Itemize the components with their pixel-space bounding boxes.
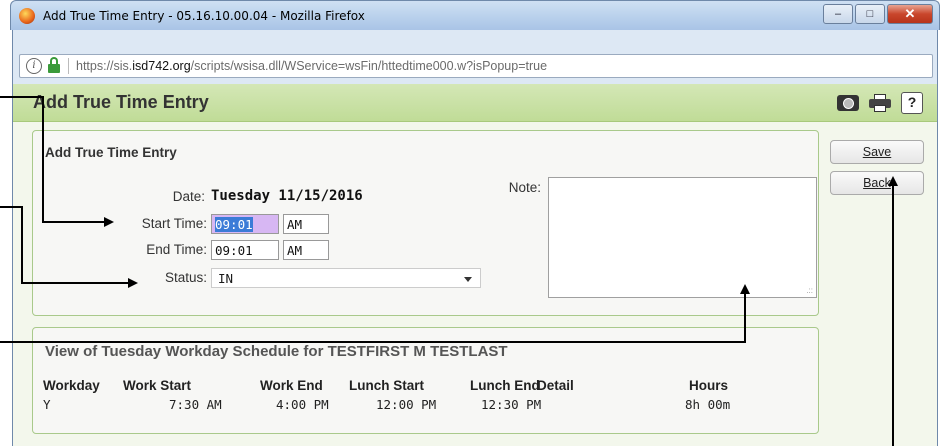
end-time-label: End Time: (146, 242, 207, 257)
table-header: Work End (260, 378, 323, 393)
window-title: Add True Time Entry - 05.16.10.00.04 - M… (43, 9, 365, 23)
firefox-icon (19, 8, 35, 24)
maximize-button[interactable]: □ (855, 4, 885, 24)
table-header: Lunch Start (349, 378, 425, 393)
table-header: Hours (689, 378, 729, 393)
help-button[interactable]: ? (901, 92, 923, 114)
table-header: Workday (43, 378, 100, 393)
note-textarea[interactable]: .:: (548, 177, 817, 298)
end-ampm-input[interactable]: AM (283, 240, 329, 260)
close-button[interactable]: ✕ (887, 4, 933, 24)
camera-icon[interactable] (837, 95, 859, 111)
page-content: Add True Time Entry ? Add True Time Entr… (12, 84, 938, 446)
lock-icon[interactable] (48, 57, 60, 73)
end-time-input[interactable]: 09:01 (211, 240, 279, 260)
table-cell: 7:30 AM (169, 397, 222, 412)
table-header: Detail (537, 378, 574, 393)
start-time-label: Start Time: (141, 216, 207, 231)
page-header: Add True Time Entry ? (13, 84, 937, 122)
chevron-down-icon (464, 277, 472, 282)
table-cell: 8h 00m (685, 397, 731, 412)
back-button[interactable]: Back (830, 171, 924, 195)
entry-panel: Add True Time Entry Date: Tuesday 11/15/… (32, 130, 819, 316)
schedule-title: View of Tuesday Workday Schedule for TES… (45, 343, 508, 360)
table-cell: 4:00 PM (276, 397, 329, 412)
table-header: Lunch End (470, 378, 540, 393)
status-label: Status: (164, 270, 207, 285)
url-field[interactable]: i https://sis.isd742.org/scripts/wsisa.d… (19, 54, 933, 78)
url-text[interactable]: https://sis.isd742.org/scripts/wsisa.dll… (76, 59, 547, 73)
status-select[interactable]: IN (211, 268, 481, 288)
save-button[interactable]: Save (830, 140, 924, 164)
start-time-input[interactable]: 09:01 (211, 214, 279, 234)
window-titlebar: Add True Time Entry - 05.16.10.00.04 - M… (10, 0, 940, 30)
printer-icon[interactable] (869, 94, 891, 112)
table-cell: 12:30 PM (481, 397, 542, 412)
table-header: Work Start (123, 378, 192, 393)
entry-panel-title: Add True Time Entry (45, 145, 177, 160)
resize-grip-icon[interactable]: .:: (806, 286, 813, 295)
page-title: Add True Time Entry (33, 92, 209, 112)
table-cell: 12:00 PM (376, 397, 437, 412)
date-label: Date: (172, 189, 205, 204)
status-value: IN (218, 271, 234, 286)
table-cell: Y (43, 397, 51, 412)
address-bar: i https://sis.isd742.org/scripts/wsisa.d… (12, 30, 938, 84)
info-icon[interactable]: i (26, 58, 42, 74)
date-value: Tuesday 11/15/2016 (211, 188, 363, 204)
note-label: Note: (508, 180, 541, 195)
schedule-panel: View of Tuesday Workday Schedule for TES… (32, 327, 819, 434)
url-separator (68, 58, 69, 74)
start-ampm-input[interactable]: AM (283, 214, 329, 234)
minimize-button[interactable]: – (823, 4, 853, 24)
